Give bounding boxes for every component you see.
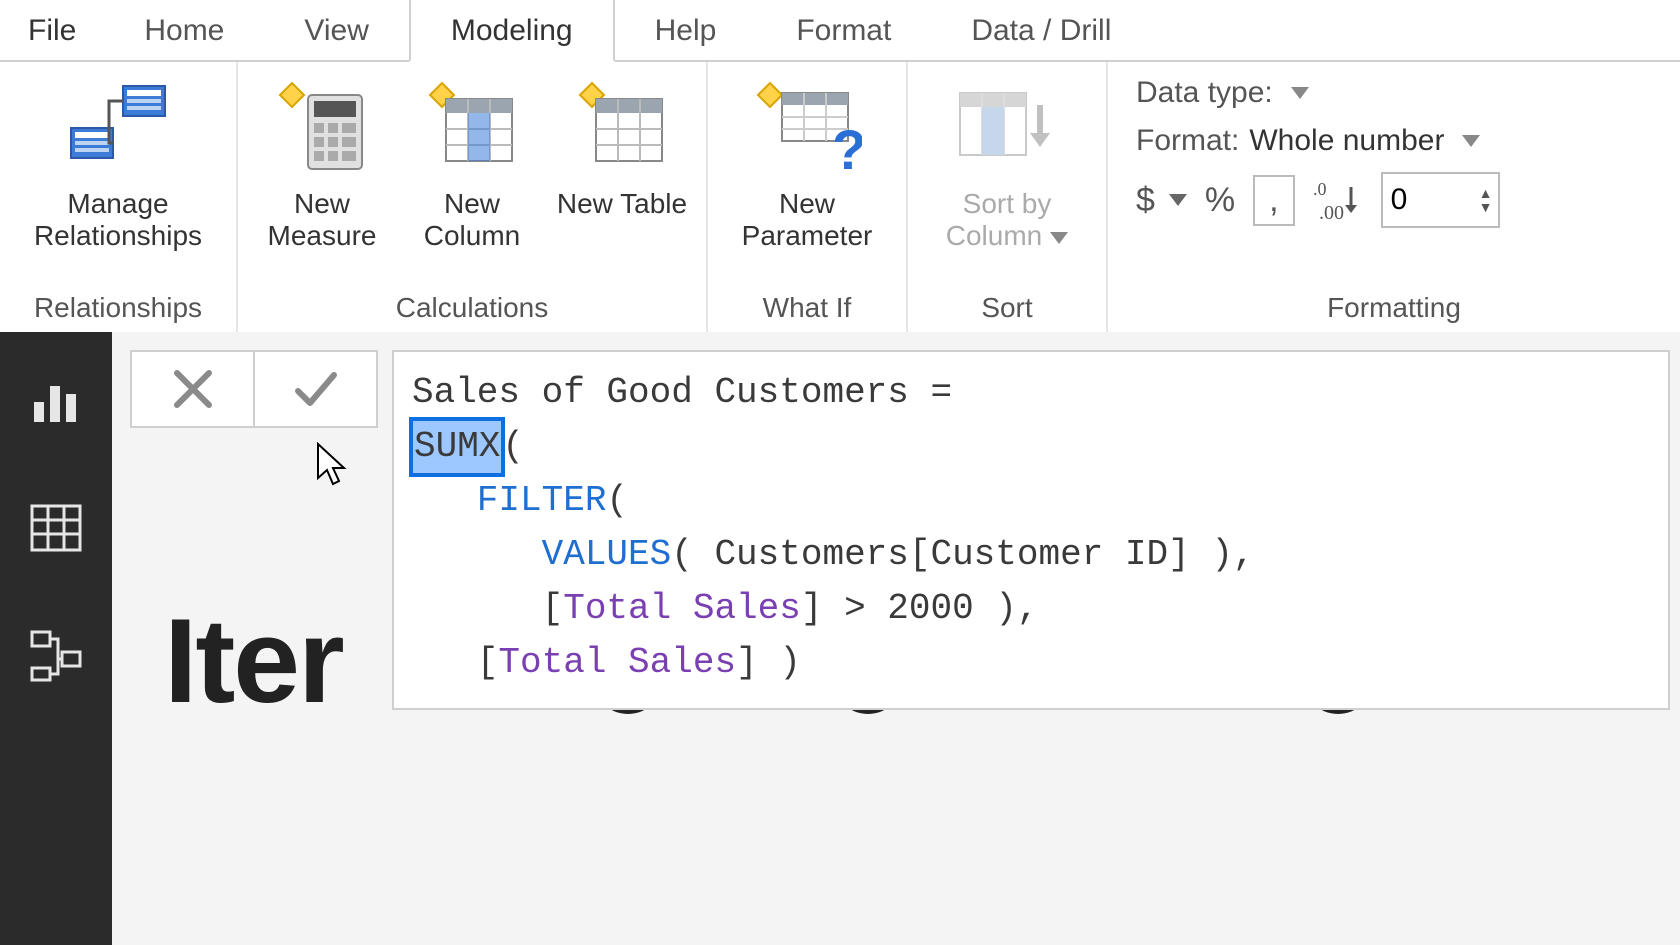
new-measure-button[interactable]: New Measure [247, 70, 397, 256]
formula-selected-token: SUMX [412, 420, 502, 474]
tab-help[interactable]: Help [615, 0, 757, 60]
manage-relationships-icon [63, 74, 173, 184]
new-parameter-icon: ? [752, 74, 862, 184]
decimal-places-icon-button[interactable]: .0 .00 [1313, 177, 1363, 223]
sort-by-column-label: Sort by Column [921, 188, 1093, 252]
new-measure-icon [274, 74, 370, 184]
formula-bar-editor[interactable]: Sales of Good Customers = SUMX( FILTER( … [392, 350, 1670, 710]
ribbon-tab-strip: File Home View Modeling Help Format Data… [0, 0, 1680, 62]
manage-relationships-label: Manage Relationships [17, 188, 219, 252]
percent-icon: % [1205, 181, 1235, 220]
format-dropdown[interactable]: Format: Whole number [1136, 124, 1532, 158]
background-title-fragment: Iter [164, 592, 343, 730]
new-column-button[interactable]: New Column [397, 70, 547, 256]
thousands-separator-button[interactable]: , [1253, 175, 1294, 226]
decimal-places-spinner[interactable]: ▲ ▼ [1381, 172, 1501, 228]
ribbon-group-relationships: Manage Relationships Relationships [0, 62, 238, 332]
new-parameter-button[interactable]: ? New Parameter [717, 70, 897, 256]
tab-format[interactable]: Format [756, 0, 931, 60]
new-table-icon [574, 74, 670, 184]
new-measure-label: New Measure [251, 188, 393, 252]
thousands-icon: , [1269, 181, 1278, 220]
close-icon [171, 367, 215, 411]
svg-text:.0: .0 [1313, 179, 1327, 199]
new-column-label: New Column [401, 188, 543, 252]
tab-file[interactable]: File [0, 0, 104, 60]
formula-line-3: FILTER( [412, 474, 1650, 528]
formula-line-4: VALUES( Customers[Customer ID] ), [412, 528, 1650, 582]
mouse-cursor-icon [314, 442, 350, 490]
group-label-relationships: Relationships [0, 286, 236, 332]
tab-data-drill[interactable]: Data / Drill [931, 0, 1151, 60]
data-type-label: Data type: [1136, 76, 1273, 110]
sort-by-column-icon [952, 74, 1062, 184]
formula-line-2: SUMX( [412, 420, 1650, 474]
data-type-dropdown[interactable]: Data type: [1136, 76, 1532, 110]
ribbon-group-sort: Sort by Column Sort [908, 62, 1108, 332]
formula-line-5: [Total Sales] > 2000 ), [412, 582, 1650, 636]
percent-format-button[interactable]: % [1205, 181, 1235, 220]
ribbon-group-calculations: New Measure New Column [238, 62, 708, 332]
canvas-area: Iter Sales of Good Customers = SUMX( FIL… [112, 332, 1680, 945]
left-view-switcher [0, 332, 112, 945]
accept-formula-button[interactable] [255, 352, 376, 426]
spinner-down-icon: ▼ [1479, 200, 1493, 214]
manage-relationships-button[interactable]: Manage Relationships [13, 70, 223, 256]
svg-text:.00: .00 [1319, 202, 1344, 223]
tab-modeling[interactable]: Modeling [409, 0, 615, 62]
chevron-down-icon [1462, 135, 1480, 147]
spinner-arrows[interactable]: ▲ ▼ [1473, 186, 1499, 214]
group-label-whatif: What If [708, 286, 906, 332]
new-parameter-label: New Parameter [721, 188, 893, 252]
chevron-down-icon [1169, 194, 1187, 206]
tab-home[interactable]: Home [104, 0, 264, 60]
check-icon [292, 367, 340, 411]
spinner-up-icon: ▲ [1479, 186, 1493, 200]
cancel-formula-button[interactable] [132, 352, 255, 426]
chevron-down-icon [1291, 87, 1309, 99]
currency-format-button[interactable]: $ [1136, 181, 1187, 220]
new-table-button[interactable]: New Table [547, 70, 697, 224]
group-label-calculations: Calculations [238, 286, 706, 332]
ribbon-group-formatting: Data type: Format: Whole number $ % [1108, 62, 1680, 332]
model-view-button[interactable] [28, 628, 84, 684]
currency-icon: $ [1136, 181, 1155, 220]
svg-text:?: ? [832, 118, 862, 177]
format-value: Whole number [1249, 124, 1444, 158]
format-label: Format: [1136, 124, 1239, 158]
decimal-places-input[interactable] [1383, 177, 1473, 223]
ribbon: Manage Relationships Relationships N [0, 62, 1680, 332]
formula-bar-controls [130, 350, 378, 428]
group-label-sort: Sort [908, 286, 1106, 332]
new-column-icon [424, 74, 520, 184]
formula-line-6: [Total Sales] ) [412, 636, 1650, 690]
group-label-formatting: Formatting [1108, 286, 1680, 332]
report-view-button[interactable] [28, 372, 84, 428]
decimal-shift-icon: .0 .00 [1313, 177, 1363, 223]
chevron-down-icon [1050, 232, 1068, 244]
formula-line-1: Sales of Good Customers = [412, 366, 1650, 420]
sort-by-column-button[interactable]: Sort by Column [917, 70, 1097, 256]
ribbon-group-whatif: ? New Parameter What If [708, 62, 908, 332]
tab-view[interactable]: View [264, 0, 408, 60]
new-table-label: New Table [557, 188, 687, 220]
data-view-button[interactable] [28, 500, 84, 556]
